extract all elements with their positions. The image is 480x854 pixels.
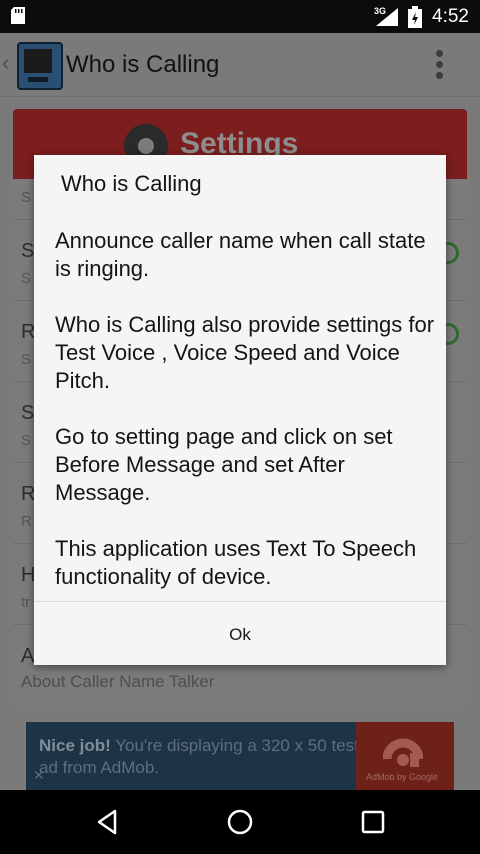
status-bar: 3G 4:52 [0, 0, 480, 33]
dialog-paragraph: This application uses Text To Speech fun… [55, 536, 417, 589]
signal-icon [376, 8, 398, 26]
app-bar: ‹ Who is Calling [0, 33, 480, 97]
ok-button[interactable]: Ok [34, 602, 446, 665]
app-title: Who is Calling [66, 51, 220, 78]
battery-charging-icon [408, 6, 422, 28]
admob-logo-icon [383, 738, 423, 767]
clock: 4:52 [432, 6, 469, 27]
dialog-paragraph: Go to setting page and click on set Befo… [55, 424, 393, 505]
ad-text: Nice job! You're displaying a 320 x 50 t… [39, 736, 359, 777]
dialog-title: Who is Calling [61, 171, 202, 196]
app-logo-icon [17, 42, 63, 90]
navigation-bar [0, 790, 480, 854]
dialog-paragraph: Announce caller name when call state is … [55, 228, 426, 281]
ad-close-icon[interactable]: ✕ [33, 767, 45, 784]
ad-logo-caption: AdMob by Google [366, 772, 439, 782]
dialog-message: Announce caller name when call state is … [55, 227, 435, 619]
recents-icon[interactable] [358, 807, 388, 837]
about-subtitle: About Caller Name Talker [21, 672, 215, 691]
about-dialog: Who is Calling Announce caller name when… [34, 155, 446, 665]
back-chevron-icon[interactable]: ‹ [2, 50, 9, 76]
admob-logo: AdMob by Google [356, 722, 454, 790]
sd-card-icon [11, 7, 25, 24]
overflow-menu-icon[interactable] [436, 50, 444, 80]
ad-banner[interactable]: Nice job! You're displaying a 320 x 50 t… [26, 722, 454, 790]
dialog-paragraph: Who is Calling also provide settings for… [55, 312, 435, 393]
home-icon[interactable] [225, 807, 255, 837]
back-icon[interactable] [93, 807, 123, 837]
